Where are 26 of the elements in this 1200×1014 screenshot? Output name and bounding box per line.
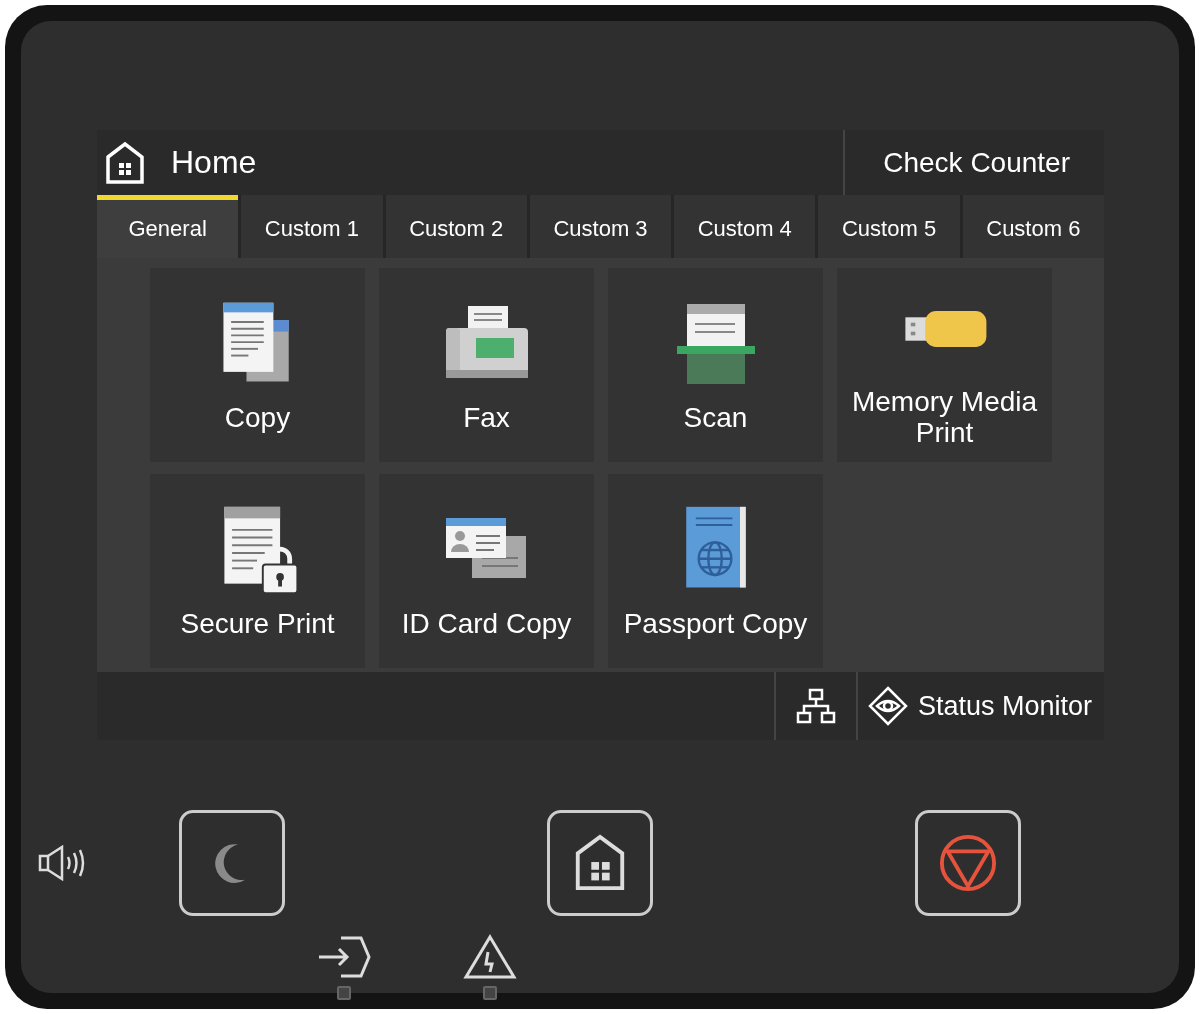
tab[interactable]: Custom 6 — [962, 195, 1104, 258]
tab[interactable]: General — [97, 195, 239, 258]
function-tile[interactable]: Scan — [608, 268, 823, 462]
function-tile[interactable]: Copy — [150, 268, 365, 462]
tab[interactable]: Custom 4 — [674, 195, 816, 258]
eye-diamond-icon — [868, 686, 908, 726]
tab[interactable]: Custom 1 — [241, 195, 383, 258]
screen-title: Home — [171, 144, 257, 181]
stop-icon — [939, 834, 997, 892]
function-tile[interactable]: Secure Print — [150, 474, 365, 668]
indicator-light — [483, 986, 497, 1000]
function-tile[interactable]: Passport Copy — [608, 474, 823, 668]
indicator-light — [337, 986, 351, 1000]
sleep-button[interactable] — [179, 810, 285, 916]
data-arrow-icon — [317, 934, 371, 980]
tab[interactable]: Custom 5 — [818, 195, 960, 258]
home-icon — [105, 140, 145, 185]
stop-button[interactable] — [915, 810, 1021, 916]
function-tile[interactable]: Memory Media Print — [837, 268, 1052, 462]
tab[interactable]: Custom 3 — [529, 195, 672, 258]
tab[interactable]: Custom 2 — [385, 195, 527, 258]
network-icon — [796, 688, 836, 724]
function-tile[interactable]: ID Card Copy — [379, 474, 594, 668]
home-button[interactable] — [547, 810, 653, 916]
function-tile[interactable]: Fax — [379, 268, 594, 462]
warning-icon — [463, 934, 517, 980]
